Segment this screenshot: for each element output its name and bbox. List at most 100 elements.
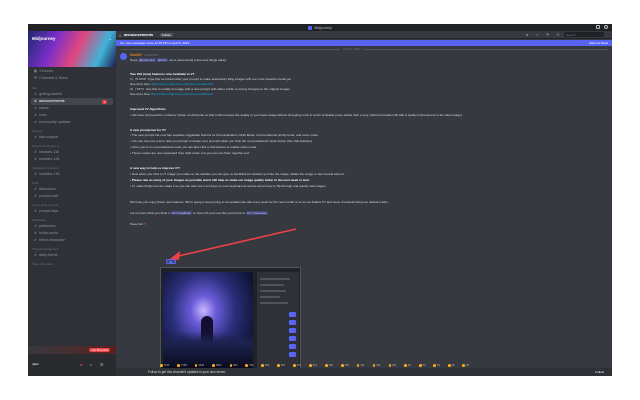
emoji-reaction[interactable]: 54: [418, 364, 429, 367]
author-name[interactable]: DavidH: [130, 53, 142, 57]
emoji-reaction[interactable]: 413: [309, 364, 321, 367]
sidebar-channel[interactable]: # community-updates: [28, 119, 116, 126]
sidebar-channel[interactable]: # blend-showcase: [28, 237, 116, 244]
avatar[interactable]: [120, 53, 127, 60]
code-blend: /blend: [133, 77, 147, 81]
emoji-icon: [404, 364, 408, 367]
emoji-reaction[interactable]: 28: [462, 364, 472, 367]
boost-button[interactable]: Get Boosted: [89, 348, 110, 352]
sidebar-channel[interactable]: # paintovers: [28, 223, 116, 230]
emoji-reaction[interactable]: 236: [340, 364, 353, 367]
emoji-reaction[interactable]: 61: [404, 364, 414, 367]
docs-link[interactable]: https://docs.midjourney.com/hc/en-us/art…: [151, 92, 214, 96]
sidebar-channel[interactable]: # rules: [28, 112, 116, 119]
sidebar-channel[interactable]: # newbies-176: [28, 171, 116, 178]
emoji-reaction[interactable]: 51: [433, 364, 443, 367]
username: tojkin: [32, 362, 40, 366]
follow-button[interactable]: Follow: [160, 32, 173, 38]
sidebar-channel[interactable]: # prompt-faqs: [28, 208, 116, 215]
emoji-reaction[interactable]: 48: [447, 364, 458, 367]
chevron-down-icon[interactable]: ⌄: [109, 36, 112, 41]
minimize-icon[interactable]: [596, 25, 600, 29]
emoji-reaction[interactable]: 1663: [212, 364, 225, 367]
headphones-icon[interactable]: ◐: [90, 362, 92, 367]
channel-label: getting-started: [39, 92, 62, 97]
section-title: A new way to help us improve V7!: [130, 166, 180, 170]
preview-artwork: [163, 272, 253, 368]
new-messages-bar[interactable]: 10+ new messages since 12:18 PM on April…: [116, 40, 612, 46]
hashtag-icon: #: [34, 99, 37, 104]
section-line: See docs here https://docs.midjourney.co…: [130, 82, 213, 86]
boost-banner[interactable]: Get Boosted: [28, 346, 116, 354]
emoji-reaction[interactable]: 7340: [160, 364, 173, 367]
channel-label: newbies-116: [39, 150, 60, 155]
category-label: Voice Channels: [32, 262, 53, 267]
sidebar-top-item[interactable]: ▦ 3 Events: [28, 68, 116, 75]
emoji-reaction[interactable]: 162: [372, 364, 385, 367]
help-icon[interactable]: [604, 25, 608, 29]
gear-icon[interactable]: ⚙: [100, 362, 104, 367]
sidebar-channel[interactable]: # prompt-craft: [28, 193, 116, 200]
channel-label: blend-showcase: [39, 238, 65, 243]
emoji-reaction[interactable]: 101: [388, 364, 401, 367]
reaction-count: 7340: [163, 364, 170, 367]
pin-icon[interactable]: ✎: [546, 32, 549, 37]
server-banner[interactable]: Midjourney ⌄: [28, 31, 116, 67]
signoff-text: Have fun!: [130, 222, 144, 226]
section-line: • To make things feel we made it so you …: [130, 184, 326, 188]
emoji-reaction[interactable]: 501: [277, 364, 289, 367]
hashtag-icon: #: [34, 135, 37, 140]
window-title: Midjourney: [314, 25, 332, 30]
bell-icon[interactable]: ♪: [536, 32, 538, 37]
category-label: Newcomer Rooms 1: [32, 144, 60, 149]
line-text: Type this command after your prompt to m…: [146, 77, 292, 81]
sidebar-channel[interactable]: # discussion: [28, 186, 116, 193]
docs-link[interactable]: https://docs.midjourney.com/hc/en-us/art…: [151, 82, 214, 86]
emoji-icon: [245, 364, 249, 367]
preview-button: [289, 336, 296, 341]
mention-here[interactable]: @here: [156, 58, 169, 62]
channel-category[interactable]: Voice Channels: [28, 261, 116, 268]
sidebar-channel[interactable]: # newbies-116: [28, 149, 116, 156]
hashtag-icon: #: [34, 209, 37, 214]
closing-line: Let us know what you think in #v7-feedba…: [130, 211, 268, 215]
members-icon[interactable]: ☺: [556, 32, 560, 37]
reaction-button[interactable]: 1: [166, 259, 176, 264]
greeting-rest: we're announcing a few new things today!: [168, 58, 227, 62]
emoji-reaction[interactable]: 3446: [194, 364, 208, 367]
section-line: • The new prompt bar now has separate to…: [130, 133, 319, 137]
sidebar-channel[interactable]: # status: [28, 105, 116, 112]
emoji-reaction[interactable]: 476: [293, 364, 305, 367]
date-divider: April 6, 2023: [120, 47, 608, 51]
sidebar-channel[interactable]: # in-the-world: [28, 230, 116, 237]
threads-icon[interactable]: #: [526, 32, 528, 37]
emoji-icon: [177, 364, 180, 367]
emoji-reaction[interactable]: 766: [245, 364, 257, 367]
emoji-reaction[interactable]: 211: [356, 364, 369, 367]
sidebar-channel[interactable]: # announcements 1: [31, 98, 113, 105]
sidebar-channel[interactable]: # trial-support: [28, 134, 116, 141]
channel-link-feedback[interactable]: #v7-feedback: [171, 211, 192, 215]
emoji-reaction[interactable]: 4758: [177, 364, 190, 367]
emoji-reaction[interactable]: 560: [261, 364, 273, 367]
reaction-count: 413: [312, 364, 318, 367]
sidebar-top-item[interactable]: ☰ Channels & Roles: [28, 75, 116, 82]
channel-link-showcase[interactable]: #v7-showcase: [246, 211, 268, 215]
channel-label: trial-support: [39, 135, 58, 140]
section-title: Two Old (now) Features now Available in …: [130, 72, 195, 76]
sidebar-channel[interactable]: # newbies-126: [28, 156, 116, 163]
emoji-icon: [229, 364, 233, 367]
emoji-icon: [340, 364, 344, 367]
attached-screenshot[interactable]: [160, 267, 301, 369]
mention-everyone[interactable]: @everyone: [138, 58, 156, 62]
sidebar-channel[interactable]: # daily-theme: [28, 252, 116, 259]
sidebar-channel[interactable]: # getting-started: [28, 91, 116, 98]
mark-read-button[interactable]: Mark As Read: [589, 41, 608, 45]
emoji-reaction[interactable]: 963: [229, 364, 242, 367]
preview-button: [289, 312, 296, 317]
emoji-reaction[interactable]: 340: [325, 364, 337, 367]
follow-bar-button[interactable]: Follow: [593, 370, 606, 375]
mute-icon[interactable]: ●: [80, 362, 82, 367]
search-input[interactable]: Search: [564, 32, 604, 38]
sidebar-item-label: Channels & Roles: [39, 76, 68, 81]
